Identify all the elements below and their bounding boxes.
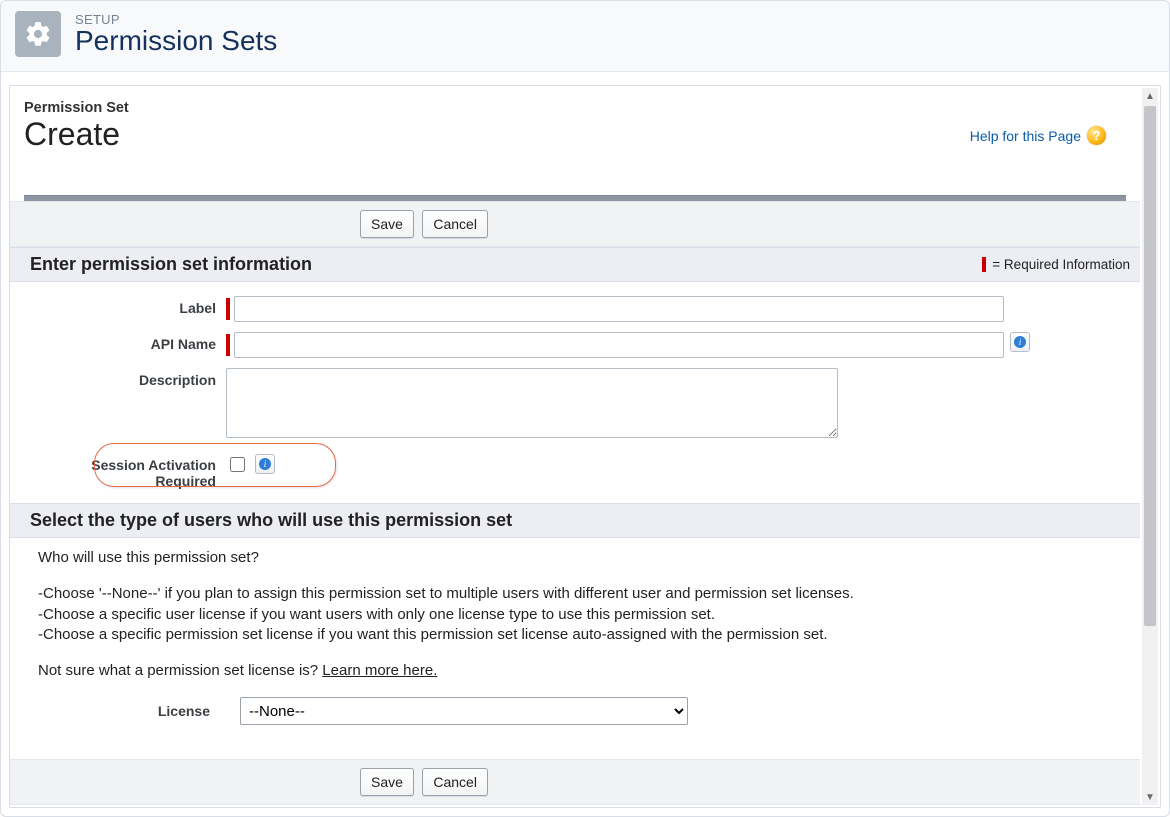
scroll-down-icon[interactable]: ▼ xyxy=(1142,789,1158,805)
gear-icon xyxy=(15,11,61,57)
section2-bullet: Choose a specific permission set license… xyxy=(38,625,1126,645)
cancel-button[interactable]: Cancel xyxy=(422,210,488,238)
description-field-label: Description xyxy=(20,368,226,388)
page-header: SETUP Permission Sets xyxy=(1,1,1169,72)
learn-more-line: Not sure what a permission set license i… xyxy=(38,661,1126,681)
help-icon[interactable]: ? xyxy=(1087,126,1106,145)
description-textarea[interactable] xyxy=(226,368,838,438)
cancel-button-bottom[interactable]: Cancel xyxy=(422,768,488,796)
save-button[interactable]: Save xyxy=(360,210,414,238)
help-link-container: Help for this Page ? xyxy=(970,126,1106,145)
label-field-label: Label xyxy=(20,296,226,316)
scrollbar[interactable]: ▲ ▼ xyxy=(1142,88,1158,805)
help-link[interactable]: Help for this Page xyxy=(970,128,1081,144)
section2-bullet: Choose '--None--' if you plan to assign … xyxy=(38,584,1126,604)
session-activation-checkbox[interactable] xyxy=(230,457,245,472)
api-name-info-button[interactable]: i xyxy=(1010,332,1030,352)
required-legend: = Required Information xyxy=(982,257,1130,272)
required-indicator xyxy=(226,334,230,356)
button-row-top: Save Cancel xyxy=(10,201,1140,247)
section2-bullet: Choose a specific user license if you wa… xyxy=(38,605,1126,625)
entity-object-label: Permission Set xyxy=(24,100,1126,116)
session-activation-label: Session Activation Required xyxy=(20,453,226,489)
section1-form: Label API Name i Description xyxy=(10,282,1140,503)
session-activation-info-button[interactable]: i xyxy=(255,454,275,474)
required-legend-text: = Required Information xyxy=(992,257,1130,272)
divider-bar xyxy=(24,195,1126,201)
section2-question: Who will use this permission set? xyxy=(38,548,1126,568)
required-bar-icon xyxy=(982,257,986,272)
button-row-bottom: Save Cancel xyxy=(10,759,1140,805)
page-title: Permission Sets xyxy=(75,25,277,57)
license-label: License xyxy=(38,702,240,721)
learn-more-link[interactable]: Learn more here. xyxy=(322,662,437,679)
label-input[interactable] xyxy=(234,296,1004,322)
api-name-input[interactable] xyxy=(234,332,1004,358)
section2-body: Who will use this permission set? Choose… xyxy=(10,538,1140,735)
section2-title: Select the type of users who will use th… xyxy=(30,510,512,531)
section1-header: Enter permission set information = Requi… xyxy=(10,247,1140,282)
api-name-field-label: API Name xyxy=(20,332,226,352)
scrollbar-thumb[interactable] xyxy=(1144,106,1156,626)
save-button-bottom[interactable]: Save xyxy=(360,768,414,796)
entity-action-label: Create xyxy=(24,116,1126,153)
section1-title: Enter permission set information xyxy=(30,254,312,275)
section2-header: Select the type of users who will use th… xyxy=(10,503,1140,538)
section2-bullets: Choose '--None--' if you plan to assign … xyxy=(38,584,1126,645)
license-select[interactable]: --None-- xyxy=(240,697,688,725)
header-texts: SETUP Permission Sets xyxy=(75,12,277,57)
scroll-up-icon[interactable]: ▲ xyxy=(1142,88,1158,104)
required-indicator xyxy=(226,298,230,320)
